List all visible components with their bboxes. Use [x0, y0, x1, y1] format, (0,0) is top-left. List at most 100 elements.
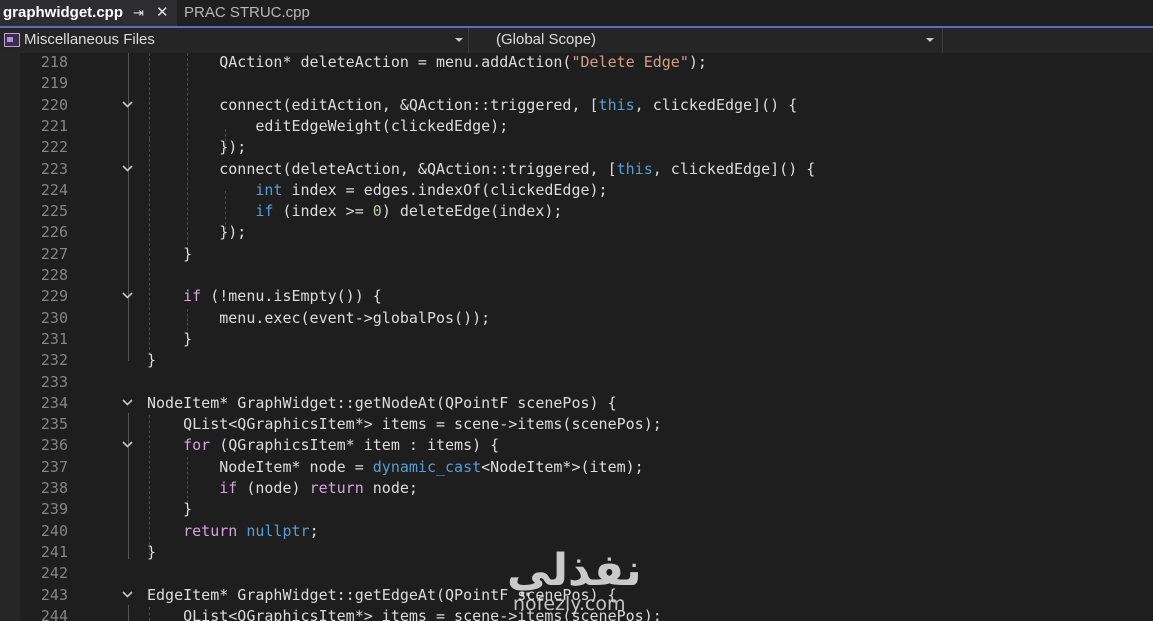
code-token: (!menu.isEmpty()) { — [201, 287, 382, 306]
line-number: 229 — [40, 287, 68, 306]
fold-toggle-icon[interactable] — [121, 159, 135, 180]
line-number: 220 — [40, 95, 68, 114]
code-token: }); — [147, 138, 247, 157]
code-line[interactable]: 239 } — [0, 499, 1153, 520]
code-line[interactable]: 227 } — [0, 244, 1153, 265]
code-token: ; — [309, 521, 319, 540]
code-token: node; — [363, 479, 418, 497]
scope-dropdown[interactable]: (Global Scope) — [472, 28, 943, 53]
code-token: QList<QGraphicsItem*> items = scene->ite… — [147, 415, 662, 434]
code-token: ); — [688, 53, 707, 71]
code-text: } — [147, 329, 192, 350]
fold-toggle-icon[interactable] — [121, 286, 135, 307]
code-line[interactable]: 231 } — [0, 329, 1153, 350]
tab-prac-struc-cpp[interactable]: PRAC STRUC.cpp — [184, 0, 310, 26]
code-line[interactable]: 235 QList<QGraphicsItem*> items = scene-… — [0, 414, 1153, 435]
line-number: 228 — [40, 266, 68, 284]
code-line[interactable]: 221 editEdgeWeight(clickedEdge); — [0, 116, 1153, 137]
code-token: this — [616, 159, 653, 178]
code-token: , clickedEdge]() { — [652, 159, 816, 178]
code-line[interactable]: 226 }); — [0, 222, 1153, 243]
code-token: } — [147, 351, 157, 370]
close-icon[interactable]: ✕ — [156, 0, 169, 26]
line-number: 232 — [40, 351, 68, 370]
code-token: EdgeItem* GraphWidget::getEdgeAt(QPointF… — [147, 585, 617, 604]
code-text: NodeItem* GraphWidget::getNodeAt(QPointF… — [147, 393, 617, 414]
code-text: if (!menu.isEmpty()) { — [147, 286, 382, 307]
code-line[interactable]: 240 return nullptr; — [0, 521, 1153, 542]
code-line[interactable]: 230 menu.exec(event->globalPos()); — [0, 308, 1153, 329]
code-line[interactable]: 223 connect(deleteAction, &QAction::trig… — [0, 159, 1153, 180]
code-text: }); — [147, 222, 246, 243]
code-token: if — [255, 202, 274, 221]
line-number: 233 — [40, 372, 68, 391]
code-line[interactable]: 244 QList<QGraphicsItem*> items = scene-… — [0, 606, 1153, 621]
code-token: } — [147, 500, 193, 519]
code-token: editEdgeWeight(clickedEdge); — [147, 116, 509, 135]
fold-toggle-icon[interactable] — [121, 585, 135, 606]
code-token: index = edges.indexOf(clickedEdge); — [282, 180, 608, 199]
code-token: }); — [147, 223, 247, 242]
code-line[interactable]: 232} — [0, 350, 1153, 371]
code-line[interactable]: 228 — [0, 265, 1153, 286]
code-token: menu.exec(event->globalPos()); — [147, 308, 491, 327]
code-token: this — [598, 95, 635, 114]
code-line[interactable]: 242 — [0, 563, 1153, 584]
code-editor[interactable]: 218 QAction* deleteAction = menu.addActi… — [0, 53, 1153, 621]
code-line[interactable]: 237 NodeItem* node = dynamic_cast<NodeIt… — [0, 457, 1153, 478]
navigation-bar: Miscellaneous Files (Global Scope) — [0, 28, 1153, 54]
code-text: connect(editAction, &QAction::triggered,… — [147, 95, 797, 116]
pin-icon[interactable]: ⇥ — [133, 0, 144, 26]
code-text: return nullptr; — [147, 521, 319, 542]
code-line[interactable]: 236 for (QGraphicsItem* item : items) { — [0, 435, 1153, 456]
code-line[interactable]: 224 int index = edges.indexOf(clickedEdg… — [0, 180, 1153, 201]
line-number: 224 — [40, 180, 68, 199]
code-token: QList<QGraphicsItem*> items = scene->ite… — [147, 606, 662, 621]
code-line[interactable]: 225 if (index >= 0) deleteEdge(index); — [0, 201, 1153, 222]
line-number: 235 — [40, 415, 68, 434]
code-line[interactable]: 238 if (node) return node; — [0, 478, 1153, 499]
code-token: if — [219, 479, 238, 497]
tab-graphwidget-cpp[interactable]: graphwidget.cpp ⇥ ✕ — [0, 0, 177, 26]
code-line[interactable]: 222 }); — [0, 137, 1153, 158]
fold-toggle-icon[interactable] — [121, 95, 135, 116]
code-token: } — [147, 244, 193, 263]
code-line[interactable]: 220 connect(editAction, &QAction::trigge… — [0, 95, 1153, 116]
line-number: 227 — [40, 244, 68, 263]
line-number: 239 — [40, 500, 68, 519]
tab-title: graphwidget.cpp — [3, 4, 123, 21]
project-icon — [4, 33, 20, 47]
code-token: int — [255, 180, 283, 199]
code-line[interactable]: 234 NodeItem* GraphWidget::getNodeAt(QPoi… — [0, 393, 1153, 414]
code-text: menu.exec(event->globalPos()); — [147, 308, 490, 329]
line-number: 240 — [40, 521, 68, 540]
code-token: connect(editAction, &QAction::triggered,… — [147, 95, 599, 114]
code-line[interactable]: 243 EdgeItem* GraphWidget::getEdgeAt(QPoi… — [0, 585, 1153, 606]
code-line[interactable]: 229 if (!menu.isEmpty()) { — [0, 286, 1153, 307]
code-line[interactable]: 219 — [0, 73, 1153, 94]
code-token: (node) — [237, 479, 310, 497]
fold-toggle-icon[interactable] — [121, 435, 135, 456]
tab-title: PRAC STRUC.cpp — [184, 4, 310, 21]
code-line[interactable]: 241} — [0, 542, 1153, 563]
code-token: "Delete Edge" — [571, 53, 689, 71]
code-line[interactable]: 218 QAction* deleteAction = menu.addActi… — [0, 53, 1153, 73]
line-number: 241 — [40, 542, 68, 561]
code-token: , clickedEdge]() { — [634, 95, 798, 114]
fold-toggle-icon[interactable] — [121, 393, 135, 414]
line-number: 219 — [40, 74, 68, 93]
line-number: 223 — [40, 159, 68, 178]
code-line[interactable]: 233 — [0, 372, 1153, 393]
line-number: 218 — [40, 53, 68, 71]
code-token: NodeItem* node = — [147, 457, 373, 476]
project-dropdown[interactable]: Miscellaneous Files — [0, 28, 469, 53]
chevron-down-icon — [926, 38, 934, 42]
code-text: QAction* deleteAction = menu.addAction("… — [147, 53, 707, 73]
chevron-down-icon — [455, 38, 463, 42]
tab-strip: graphwidget.cpp ⇥ ✕ PRAC STRUC.cpp — [0, 0, 1153, 28]
